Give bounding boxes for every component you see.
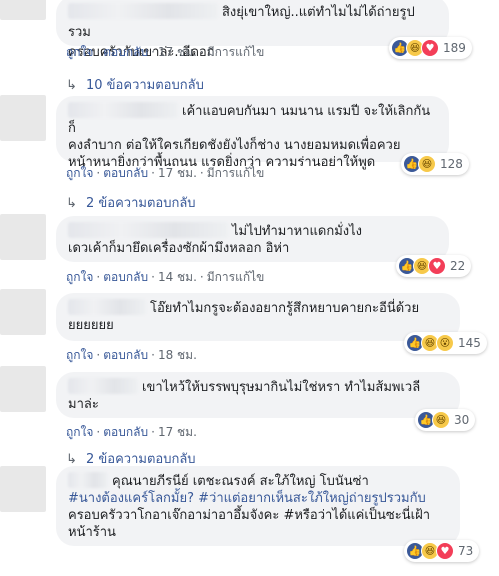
comment-meta: ถูกใจ · ตอบกลับ · 18 ชม. (66, 348, 197, 362)
edited-label[interactable]: มีการแก้ไข (207, 270, 265, 284)
reaction-summary[interactable]: 👍 😆 ♥ 189 (389, 37, 472, 59)
comment-5: เขาไหว้ให้บรรพบุรุษมากินไม่ใช่หรา ทำไมส้… (0, 364, 499, 467)
reaction-count: 189 (443, 41, 466, 55)
haha-icon: 😆 (432, 411, 450, 429)
avatar[interactable] (0, 289, 46, 335)
like-link[interactable]: ถูกใจ (66, 45, 93, 59)
comment-bubble: ไม่ไปทำมาหาแดกมั่งไง เดวเค้าก็มายึดเครื่… (56, 216, 449, 262)
avatar[interactable] (0, 95, 46, 141)
reaction-summary[interactable]: 👍 😆 30 (415, 409, 476, 431)
reply-link[interactable]: ตอบกลับ (103, 166, 148, 180)
comment-text: เดวเค้าก็มายึดเครื่องซักผ้ามึงหลอก อิห่า (68, 241, 290, 256)
comment-bubble: เค้าแอบคบกันมา นมนาน แรมปี จะให้เลิกกันก… (56, 96, 449, 170)
view-replies-link[interactable]: ↳ 10 ข้อความตอบกลับ (66, 74, 204, 95)
comment-meta: ถูกใจ · ตอบกลับ · 17 ชม. · มีการแก้ไข (66, 45, 265, 59)
comment-bubble: เขาไหว้ให้บรรพบุรุษมากินไม่ใช่หรา ทำไมส้… (56, 372, 460, 418)
comment-text: คุณนายภีรนีย์ เตชะณรงค์ สะใภ้ใหญ่ โบนันซ… (112, 474, 369, 489)
replies-count: 10 ข้อความตอบกลับ (86, 78, 204, 93)
reply-link[interactable]: ตอบกลับ (103, 348, 148, 362)
reaction-summary[interactable]: 👍 😆 ♥ 73 (404, 540, 480, 562)
comment-text: มาล่ะ (68, 397, 99, 412)
timestamp[interactable]: 17 ชม. (158, 425, 197, 439)
love-icon: ♥ (428, 257, 446, 275)
timestamp[interactable]: 17 ชม. (158, 45, 197, 59)
love-icon: ♥ (421, 39, 439, 57)
view-replies-link[interactable]: ↳ 2 ข้อความตอบกลับ (66, 192, 196, 213)
comment-text: ยยยยยย (68, 318, 114, 333)
avatar[interactable] (0, 214, 46, 260)
timestamp[interactable]: 17 ชม. (158, 166, 197, 180)
comment-2: เค้าแอบคบกันมา นมนาน แรมปี จะให้เลิกกันก… (0, 95, 499, 213)
comment-text: ครอบครัววาโกอาเจ๊กอาม่าอาอึ้มจังคะ #หรือ… (68, 508, 430, 523)
reaction-summary[interactable]: 👍 😆 128 (401, 153, 469, 175)
edited-label[interactable]: มีการแก้ไข (207, 166, 265, 180)
comment-text: เขาไหว้ให้บรรพบุรุษมากินไม่ใช่หรา ทำไมส้… (142, 380, 421, 395)
reply-arrow-icon: ↳ (66, 78, 77, 93)
comment-text: #นางต้องแคร์โลกมั้ย? #ว่าแต่อยากเห็นสะใภ… (68, 491, 426, 506)
avatar[interactable] (0, 0, 46, 20)
like-link[interactable]: ถูกใจ (66, 348, 93, 362)
comment-meta: ถูกใจ · ตอบกลับ · 17 ชม. (66, 425, 197, 439)
reply-link[interactable]: ตอบกลับ (103, 425, 148, 439)
reaction-count: 73 (458, 544, 474, 558)
comment-meta: ถูกใจ · ตอบกลับ · 14 ชม. · มีการแก้ไข (66, 270, 265, 284)
timestamp[interactable]: 14 ชม. (158, 270, 197, 284)
avatar[interactable] (0, 366, 46, 412)
reply-link[interactable]: ตอบกลับ (103, 270, 148, 284)
comment-text: ไม่ไปทำมาหาแดกมั่งไง (232, 224, 362, 239)
comment-bubble: สิงยุ่เขาใหญ่..แต่ทำไมไม่ได้ถ่ายรูปรวม ค… (56, 0, 449, 60)
timestamp[interactable]: 18 ชม. (158, 348, 197, 362)
comment-meta: ถูกใจ · ตอบกลับ · 17 ชม. · มีการแก้ไข (66, 166, 265, 180)
reaction-summary[interactable]: 👍 😆 😮 145 (404, 332, 487, 354)
commenter-name[interactable] (68, 378, 138, 394)
reply-arrow-icon: ↳ (66, 452, 77, 467)
replies-count: 2 ข้อความตอบกลับ (86, 196, 196, 211)
commenter-name[interactable] (68, 299, 146, 315)
commenter-name[interactable] (68, 222, 228, 238)
reply-link[interactable]: ตอบกลับ (103, 45, 148, 59)
avatar[interactable] (0, 466, 46, 512)
comment-text: คงลำบาก ต่อให้ใครเกียดชังยังไงก็ช่าง นาง… (68, 138, 401, 153)
reaction-count: 22 (450, 259, 466, 273)
edited-label[interactable]: มีการแก้ไข (207, 45, 265, 59)
comment-text: หน้าร้าน (68, 525, 116, 540)
comment-bubble: คุณนายภีรนีย์ เตชะณรงค์ สะใภ้ใหญ่ โบนันซ… (56, 466, 460, 546)
comment-1: สิงยุ่เขาใหญ่..แต่ทำไมไม่ได้ถ่ายรูปรวม ค… (0, 0, 499, 95)
commenter-name[interactable] (68, 102, 178, 118)
comment-bubble: โอ๊ยทำไมกรูจะต้องอยากรู้สึกหยาบคายกะอีนี… (56, 293, 460, 341)
wow-icon: 😮 (436, 334, 454, 352)
reaction-count: 30 (454, 413, 470, 427)
comment-text: โอ๊ยทำไมกรูจะต้องอยากรู้สึกหยาบคายกะอีนี… (150, 301, 420, 316)
commenter-name[interactable] (68, 3, 218, 19)
love-icon: ♥ (436, 542, 454, 560)
reaction-count: 128 (440, 157, 463, 171)
reaction-count: 145 (458, 336, 481, 350)
comment-6: คุณนายภีรนีย์ เตชะณรงค์ สะใภ้ใหญ่ โบนันซ… (0, 466, 499, 576)
haha-icon: 😆 (418, 155, 436, 173)
reply-arrow-icon: ↳ (66, 196, 77, 211)
commenter-name[interactable] (68, 472, 108, 488)
reaction-summary[interactable]: 👍 😆 ♥ 22 (396, 255, 472, 277)
comment-3: ไม่ไปทำมาหาแดกมั่งไง เดวเค้าก็มายึดเครื่… (0, 212, 499, 284)
comment-4: โอ๊ยทำไมกรูจะต้องอยากรู้สึกหยาบคายกะอีนี… (0, 287, 499, 362)
like-link[interactable]: ถูกใจ (66, 166, 93, 180)
replies-count: 2 ข้อความตอบกลับ (86, 452, 196, 467)
like-link[interactable]: ถูกใจ (66, 270, 93, 284)
like-link[interactable]: ถูกใจ (66, 425, 93, 439)
